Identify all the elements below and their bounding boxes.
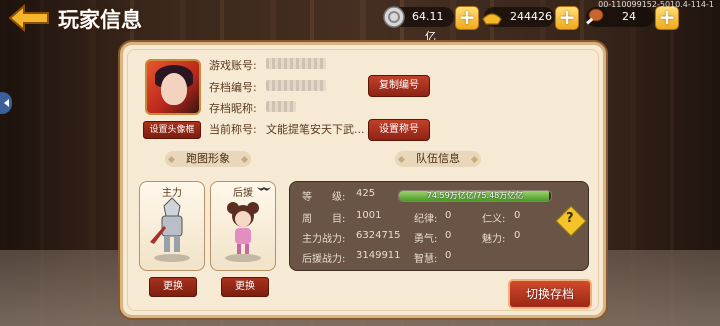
level-label: 等 级: bbox=[302, 192, 346, 203]
main-power-value: 6324715 bbox=[356, 230, 401, 241]
account-label: 游戏账号: bbox=[209, 59, 257, 72]
courage-label: 勇气: bbox=[414, 234, 438, 245]
add-stamina-button[interactable]: + bbox=[655, 6, 679, 30]
exp-progress-bar: 74.59万亿亿/75.48万亿亿 bbox=[398, 190, 552, 202]
add-silver-button[interactable]: + bbox=[455, 6, 479, 30]
support-character-card[interactable]: 后援 bbox=[210, 181, 276, 271]
support-character-shadow bbox=[225, 254, 261, 262]
switch-save-button[interactable]: 切换存档 bbox=[508, 279, 592, 309]
change-main-button[interactable]: 更换 bbox=[149, 277, 197, 297]
nickname-value-redacted bbox=[266, 101, 296, 112]
support-power-value: 3149911 bbox=[356, 250, 401, 261]
level-value: 425 bbox=[356, 188, 376, 199]
account-value-redacted bbox=[266, 58, 326, 69]
armored-knight-sprite bbox=[150, 197, 183, 252]
set-avatar-frame-button[interactable]: 设置头像框 bbox=[143, 121, 201, 139]
help-question-mark: ? bbox=[566, 211, 574, 226]
add-gold-button[interactable]: + bbox=[555, 6, 579, 30]
support-bat-icon bbox=[257, 187, 271, 191]
save-id-value-redacted bbox=[266, 80, 326, 91]
copy-id-button[interactable]: 复制编号 bbox=[368, 75, 430, 97]
exp-progress-text: 74.59万亿亿/75.48万亿亿 bbox=[426, 191, 524, 200]
main-power-label: 主力战力: bbox=[302, 234, 346, 245]
team-info-section-title: 队伍信息 bbox=[395, 151, 481, 167]
gold-value: 244426 bbox=[510, 10, 552, 23]
run-image-section-title: 跑图形象 bbox=[165, 151, 251, 167]
charm-label: 魅力: bbox=[482, 234, 506, 245]
main-character-card[interactable]: 主力 bbox=[139, 181, 205, 271]
discipline-label: 纪律: bbox=[414, 214, 438, 225]
wisdom-value: 0 bbox=[445, 250, 452, 261]
silver-resource: 64.11亿 bbox=[383, 6, 454, 43]
stamina-value: 24 bbox=[622, 10, 636, 23]
stamina-resource: 24 bbox=[586, 7, 654, 27]
title-value: 文能提笔安天下武... bbox=[266, 123, 365, 136]
girl-sprite bbox=[227, 202, 259, 254]
gold-resource: 244426 bbox=[482, 7, 554, 27]
player-avatar[interactable] bbox=[145, 59, 201, 115]
nickname-label: 存档昵称: bbox=[209, 102, 257, 115]
page-title: 玩家信息 bbox=[58, 8, 142, 32]
main-character-shadow bbox=[154, 254, 190, 262]
week-value: 1001 bbox=[356, 210, 382, 221]
gold-ingot-icon bbox=[482, 13, 502, 25]
courage-value: 0 bbox=[445, 230, 452, 241]
week-label: 周 目: bbox=[302, 214, 346, 225]
benevolence-label: 仁义: bbox=[482, 214, 506, 225]
save-id-label: 存档编号: bbox=[209, 81, 257, 94]
benevolence-value: 0 bbox=[514, 210, 521, 221]
support-power-label: 后援战力: bbox=[302, 254, 346, 265]
wisdom-label: 智慧: bbox=[414, 254, 438, 265]
title-label: 当前称号: bbox=[209, 123, 257, 136]
back-arrow-icon[interactable] bbox=[8, 4, 52, 32]
change-support-button[interactable]: 更换 bbox=[221, 277, 269, 297]
set-title-button[interactable]: 设置称号 bbox=[368, 119, 430, 141]
player-info-panel: 设置头像框 游戏账号: 存档编号: 复制编号 存档昵称: 当前称号: 文能提笔安… bbox=[120, 42, 606, 318]
team-stats-box: 等 级: 425 74.59万亿亿/75.48万亿亿 周 目: 1001 纪律:… bbox=[289, 181, 589, 271]
build-id: 00-110099152-5010.4-114-1 bbox=[598, 0, 714, 9]
silver-coin-icon bbox=[383, 6, 405, 28]
avatar-face bbox=[161, 73, 187, 105]
silver-value: 64.11亿 bbox=[412, 10, 444, 43]
charm-value: 0 bbox=[514, 230, 521, 241]
discipline-value: 0 bbox=[445, 210, 452, 221]
